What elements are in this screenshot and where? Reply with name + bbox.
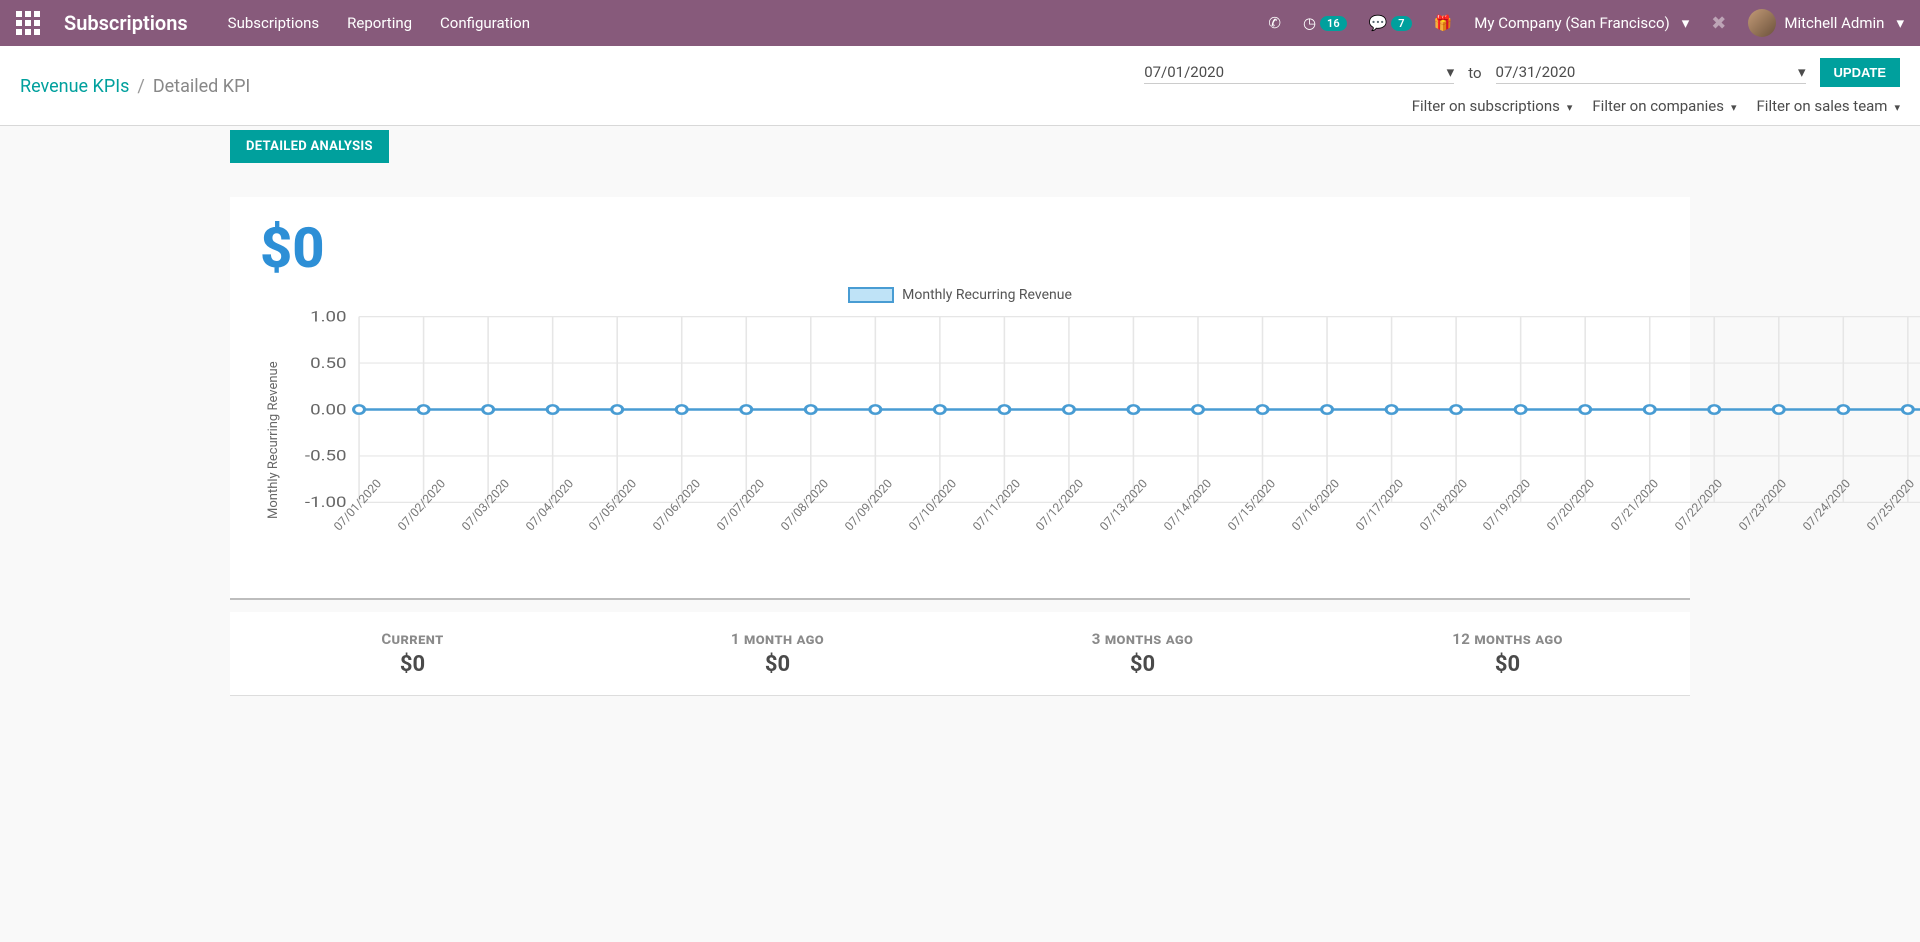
control-panel: Revenue KPIs / Detailed KPI 07/01/2020 ▾… bbox=[0, 46, 1920, 126]
summary-3mo: 3 months ago $0 bbox=[960, 630, 1325, 677]
summary-value: $0 bbox=[960, 652, 1325, 677]
svg-text:-0.50: -0.50 bbox=[305, 448, 347, 465]
summary-value: $0 bbox=[595, 652, 960, 677]
svg-text:0.50: 0.50 bbox=[310, 355, 346, 372]
chevron-down-icon: ▾ bbox=[1896, 14, 1904, 32]
chevron-down-icon bbox=[1891, 97, 1900, 115]
kpi-headline-value: $0 bbox=[260, 215, 1660, 281]
y-axis-title: Monthly Recurring Revenue bbox=[260, 307, 281, 574]
nav-links: Subscriptions Reporting Configuration bbox=[228, 14, 530, 32]
filter-sales-team[interactable]: Filter on sales team bbox=[1757, 97, 1900, 115]
date-to-label: to bbox=[1468, 64, 1481, 82]
summary-label: 1 month ago bbox=[595, 630, 960, 648]
summary-value: $0 bbox=[1325, 652, 1690, 677]
chevron-down-icon bbox=[1728, 97, 1737, 115]
user-menu[interactable]: Mitchell Admin ▾ bbox=[1748, 9, 1904, 37]
top-navbar: Subscriptions Subscriptions Reporting Co… bbox=[0, 0, 1920, 46]
chevron-down-icon: ▾ bbox=[1798, 63, 1806, 81]
date-from-input[interactable]: 07/01/2020 ▾ bbox=[1144, 61, 1454, 84]
discuss-badge: 7 bbox=[1391, 16, 1411, 31]
nav-link-reporting[interactable]: Reporting bbox=[347, 14, 412, 32]
apps-icon[interactable] bbox=[16, 11, 40, 35]
svg-text:-1.00: -1.00 bbox=[305, 494, 347, 511]
summary-current: Current $0 bbox=[230, 630, 595, 677]
tab-detailed-analysis[interactable]: DETAILED ANALYSIS bbox=[230, 130, 389, 163]
svg-text:0.00: 0.00 bbox=[310, 401, 346, 418]
summary-value: $0 bbox=[230, 652, 595, 677]
date-to-input[interactable]: 07/31/2020 ▾ bbox=[1496, 61, 1806, 84]
discuss-icon[interactable]: 💬7 bbox=[1369, 14, 1412, 32]
svg-text:1.00: 1.00 bbox=[310, 309, 346, 326]
chart-legend: Monthly Recurring Revenue bbox=[260, 287, 1660, 303]
breadcrumb: Revenue KPIs / Detailed KPI bbox=[20, 76, 250, 97]
summary-label: 12 months ago bbox=[1325, 630, 1690, 648]
nav-link-configuration[interactable]: Configuration bbox=[440, 14, 530, 32]
breadcrumb-root[interactable]: Revenue KPIs bbox=[20, 76, 129, 97]
phone-icon[interactable]: ✆ bbox=[1268, 14, 1281, 32]
date-to-value: 07/31/2020 bbox=[1496, 63, 1576, 81]
navbar-right: ✆ ◷16 💬7 🎁 My Company (San Francisco) ▾ … bbox=[1268, 9, 1904, 37]
chevron-down-icon: ▾ bbox=[1682, 14, 1690, 32]
legend-label: Monthly Recurring Revenue bbox=[902, 287, 1072, 303]
summary-12mo: 12 months ago $0 bbox=[1325, 630, 1690, 677]
debug-close-icon[interactable]: ✖ bbox=[1711, 13, 1726, 34]
update-button[interactable]: UPDATE bbox=[1820, 58, 1900, 87]
avatar bbox=[1748, 9, 1776, 37]
user-name: Mitchell Admin bbox=[1784, 14, 1884, 32]
kpi-chart-card: $0 Monthly Recurring Revenue Monthly Rec… bbox=[230, 197, 1690, 600]
chevron-down-icon: ▾ bbox=[1447, 63, 1455, 81]
summary-1mo: 1 month ago $0 bbox=[595, 630, 960, 677]
chevron-down-icon bbox=[1564, 97, 1573, 115]
app-brand[interactable]: Subscriptions bbox=[64, 11, 188, 35]
nav-link-subscriptions[interactable]: Subscriptions bbox=[228, 14, 319, 32]
filter-subscriptions[interactable]: Filter on subscriptions bbox=[1412, 97, 1573, 115]
legend-swatch bbox=[848, 287, 894, 303]
summary-label: 3 months ago bbox=[960, 630, 1325, 648]
company-name: My Company (San Francisco) bbox=[1474, 14, 1669, 32]
main-content: DETAILED ANALYSIS $0 Monthly Recurring R… bbox=[230, 130, 1690, 736]
breadcrumb-sep: / bbox=[137, 76, 144, 97]
activity-badge: 16 bbox=[1320, 16, 1347, 31]
date-from-value: 07/01/2020 bbox=[1144, 63, 1224, 81]
filter-companies[interactable]: Filter on companies bbox=[1592, 97, 1736, 115]
gift-icon[interactable]: 🎁 bbox=[1434, 14, 1453, 32]
activity-icon[interactable]: ◷16 bbox=[1303, 14, 1347, 32]
summary-card: Current $0 1 month ago $0 3 months ago $… bbox=[230, 612, 1690, 696]
chart-plot: 1.00 0.50 0.00 -0.50 -1.00 bbox=[281, 307, 1920, 512]
breadcrumb-leaf: Detailed KPI bbox=[153, 76, 251, 97]
x-axis-labels: 07/01/202007/02/202007/03/202007/04/2020… bbox=[331, 514, 1920, 528]
summary-label: Current bbox=[230, 630, 595, 648]
company-switcher[interactable]: My Company (San Francisco) ▾ bbox=[1474, 14, 1689, 32]
